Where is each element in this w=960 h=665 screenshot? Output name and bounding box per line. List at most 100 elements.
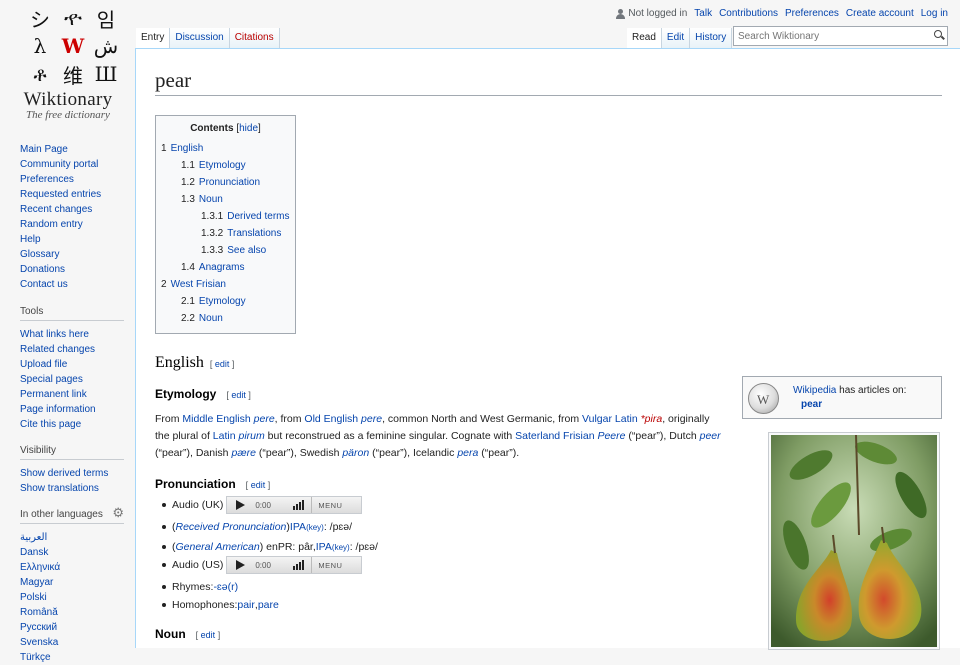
pira-link[interactable]: *pira: [641, 413, 663, 425]
volume-icon[interactable]: [293, 500, 305, 510]
sidebar-item-main-page[interactable]: Main Page: [20, 144, 68, 155]
gear-icon[interactable]: ⚙: [112, 505, 124, 521]
vulgar-latin-link[interactable]: Vulgar Latin: [582, 413, 638, 425]
sidebar-item-related-changes[interactable]: Related changes: [20, 344, 95, 355]
sidebar-item-community-portal[interactable]: Community portal: [20, 159, 98, 170]
sidebar-item-upload-file[interactable]: Upload file: [20, 359, 67, 370]
pera-link[interactable]: pera: [457, 447, 478, 459]
sidebar-item-lang-swedish[interactable]: Svenska: [20, 637, 58, 648]
sidebar-item-help[interactable]: Help: [20, 234, 41, 245]
toc-item[interactable]: 2.2 Noun: [161, 310, 290, 327]
paere-link[interactable]: pære: [231, 447, 256, 459]
play-icon[interactable]: [236, 500, 246, 510]
wiktionary-logo[interactable]: シ ዯ 임 λ W ش ቶ 维 Ш Wiktionary The free di…: [0, 0, 136, 130]
pear-image[interactable]: [768, 432, 940, 650]
sidebar-item-lang-polish[interactable]: Polski: [20, 592, 47, 603]
tab-history[interactable]: History: [690, 28, 733, 48]
sidebar-item-permanent-link[interactable]: Permanent link: [20, 389, 87, 400]
log-in-link[interactable]: Log in: [921, 8, 948, 19]
tab-edit[interactable]: Edit: [661, 28, 691, 48]
toc-item[interactable]: 1.4 Anagrams: [161, 259, 290, 276]
play-icon[interactable]: [236, 560, 246, 570]
sidebar-item-contact-us[interactable]: Contact us: [20, 279, 68, 290]
wikipedia-article-link[interactable]: pear: [801, 399, 822, 410]
sidebar-item-random-entry[interactable]: Random entry: [20, 219, 83, 230]
preferences-link[interactable]: Preferences: [785, 8, 839, 19]
peer-link[interactable]: peer: [700, 430, 721, 442]
pirum-link[interactable]: pirum: [239, 430, 265, 442]
ipa-key-link[interactable]: (key): [332, 543, 350, 552]
ipa-key-link[interactable]: (key): [306, 523, 324, 532]
toc-item[interactable]: 1.2 Pronunciation: [161, 174, 290, 191]
sidebar-item-special-pages[interactable]: Special pages: [20, 374, 83, 385]
sidebar-item-donations[interactable]: Donations: [20, 264, 65, 275]
volume-icon[interactable]: [293, 560, 305, 570]
ipa-link[interactable]: IPA: [290, 521, 306, 533]
toc-item[interactable]: 1.3.3 See also: [161, 242, 290, 259]
search-icon[interactable]: [934, 30, 945, 41]
tab-read[interactable]: Read: [627, 28, 662, 48]
rhymes-link[interactable]: -ɛə(r): [213, 581, 238, 593]
toc-link[interactable]: 1.3 Noun: [181, 194, 223, 205]
toc-item[interactable]: 1.1 Etymology: [161, 157, 290, 174]
sidebar-item-show-translations[interactable]: Show translations: [20, 483, 99, 494]
create-account-link[interactable]: Create account: [846, 8, 914, 19]
sidebar-item-lang-romanian[interactable]: Română: [20, 607, 58, 618]
toc-item[interactable]: 1.3.1 Derived terms: [161, 208, 290, 225]
saterland-frisian-link[interactable]: Saterland Frisian: [515, 430, 594, 442]
sidebar-item-lang-russian[interactable]: Русский: [20, 622, 57, 633]
tab-entry[interactable]: Entry: [136, 28, 171, 48]
homophone-pair-link[interactable]: pair: [237, 599, 255, 611]
toc-link[interactable]: 1.2 Pronunciation: [181, 177, 260, 188]
homophone-pare-link[interactable]: pare: [258, 599, 279, 611]
player-menu-button[interactable]: MENU: [311, 557, 348, 573]
toc-item[interactable]: 1.3.2 Translations: [161, 225, 290, 242]
toc-link[interactable]: 2 West Frisian: [161, 279, 226, 290]
toc-link[interactable]: 1.4 Anagrams: [181, 262, 244, 273]
sidebar-item-recent-changes[interactable]: Recent changes: [20, 204, 92, 215]
middle-english-link[interactable]: Middle English: [182, 413, 250, 425]
toc-link[interactable]: 1.3.1 Derived terms: [201, 211, 290, 222]
toc-link[interactable]: 2.1 Etymology: [181, 296, 246, 307]
sidebar-item-glossary[interactable]: Glossary: [20, 249, 59, 260]
pere-link[interactable]: pere: [361, 413, 382, 425]
toc-link[interactable]: 1.3.3 See also: [201, 245, 266, 256]
sidebar-item-lang-arabic[interactable]: العربية: [20, 532, 47, 543]
player-menu-button[interactable]: MENU: [311, 497, 348, 513]
toc-item[interactable]: 2 West Frisian: [161, 276, 290, 293]
sidebar-item-what-links-here[interactable]: What links here: [20, 329, 89, 340]
toc-link[interactable]: 2.2 Noun: [181, 313, 223, 324]
wikipedia-link[interactable]: Wikipedia: [793, 385, 836, 396]
tab-discussion[interactable]: Discussion: [170, 28, 230, 48]
contributions-link[interactable]: Contributions: [719, 8, 778, 19]
sidebar-item-preferences[interactable]: Preferences: [20, 174, 74, 185]
sidebar-item-lang-hungarian[interactable]: Magyar: [20, 577, 53, 588]
sidebar-item-requested-entries[interactable]: Requested entries: [20, 189, 101, 200]
edit-etymology-link[interactable]: edit: [231, 390, 246, 400]
latin-link[interactable]: Latin: [213, 430, 236, 442]
audio-player-uk[interactable]: 0:00 MENU: [226, 496, 363, 514]
ipa-link[interactable]: IPA: [316, 541, 332, 553]
sidebar-item-lang-turkish[interactable]: Türkçe: [20, 652, 51, 663]
search-input[interactable]: [733, 26, 948, 46]
toc-item[interactable]: 1.3 Noun: [161, 191, 290, 208]
edit-noun-link[interactable]: edit: [201, 630, 216, 640]
toc-link[interactable]: 1.1 Etymology: [181, 160, 246, 171]
toc-item[interactable]: 2.1 Etymology: [161, 293, 290, 310]
paron-link[interactable]: päron: [342, 447, 369, 459]
tab-citations[interactable]: Citations: [229, 28, 280, 48]
received-pronunciation-link[interactable]: Received Pronunciation: [176, 521, 287, 533]
toc-hide-link[interactable]: hide: [239, 123, 258, 134]
peere-link[interactable]: Peere: [597, 430, 625, 442]
edit-english-link[interactable]: edit: [215, 359, 230, 369]
sidebar-item-lang-danish[interactable]: Dansk: [20, 547, 48, 558]
sidebar-item-lang-greek[interactable]: Ελληνικά: [20, 562, 60, 573]
sidebar-item-show-derived-terms[interactable]: Show derived terms: [20, 468, 108, 479]
old-english-link[interactable]: Old English: [304, 413, 358, 425]
sidebar-item-cite-this-page[interactable]: Cite this page: [20, 419, 81, 430]
edit-pronunciation-link[interactable]: edit: [251, 480, 266, 490]
pere-link[interactable]: pere: [254, 413, 275, 425]
talk-link[interactable]: Talk: [694, 8, 712, 19]
audio-player-us[interactable]: 0:00 MENU: [226, 556, 363, 574]
toc-link[interactable]: 1.3.2 Translations: [201, 228, 281, 239]
